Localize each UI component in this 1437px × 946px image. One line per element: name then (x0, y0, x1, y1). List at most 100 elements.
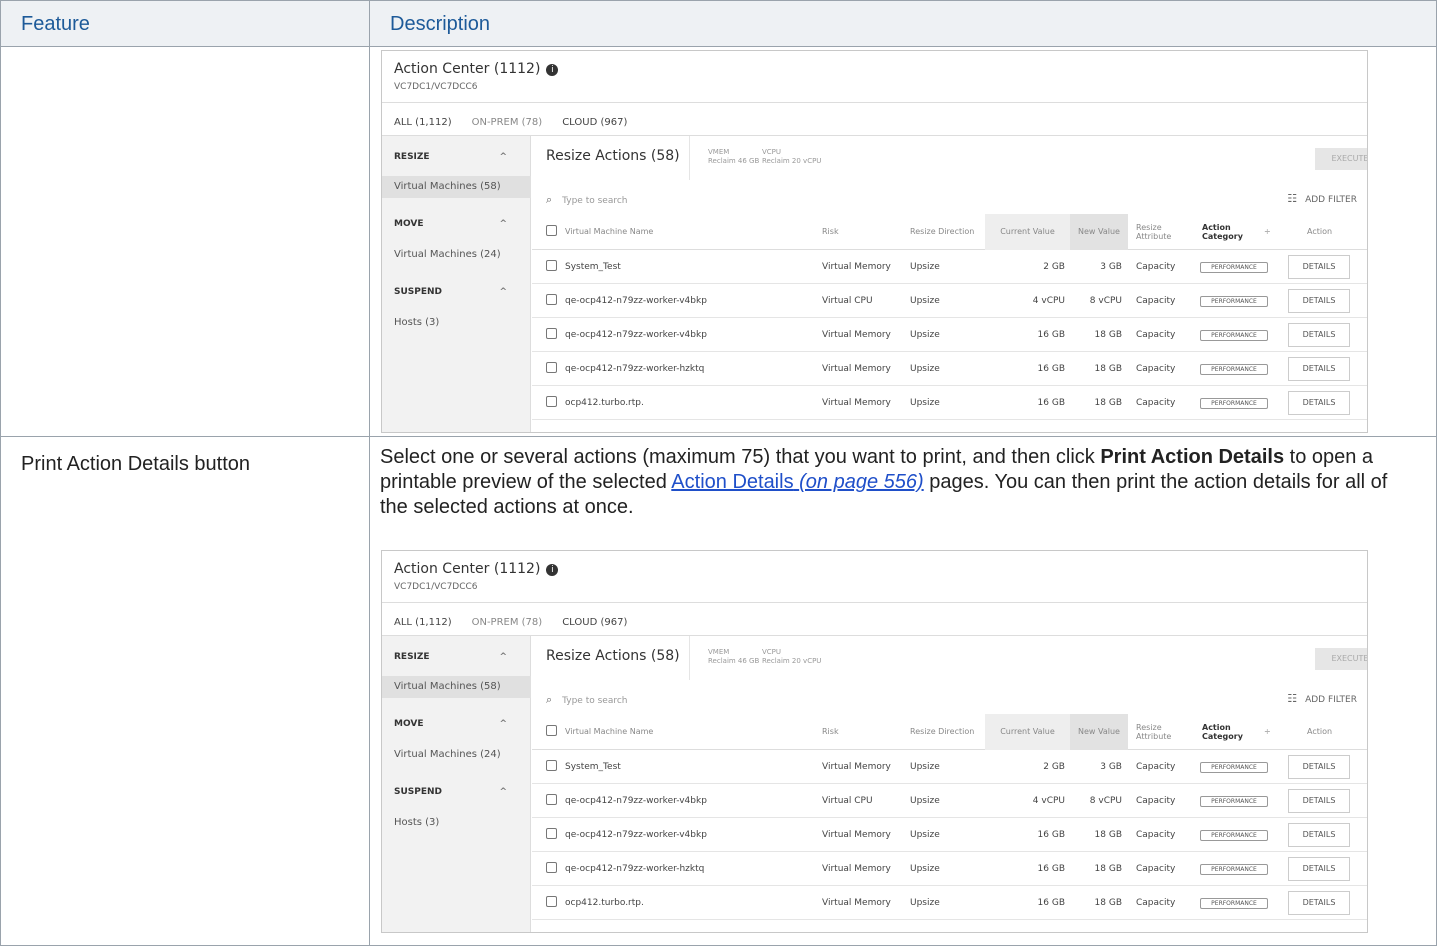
col-current[interactable]: Current Value (985, 214, 1070, 250)
details-button[interactable]: DETAILS (1288, 255, 1350, 279)
divider (689, 636, 690, 680)
vm-name: ocp412.turbo.rtp. (565, 898, 644, 908)
details-button[interactable]: DETAILS (1288, 391, 1350, 415)
info-icon[interactable]: i (546, 64, 559, 76)
table-row[interactable]: ocp412.turbo.rtp. Virtual Memory Upsize 16 … (532, 386, 1367, 420)
row-checkbox[interactable] (546, 328, 557, 339)
sidebar-item-suspend-hosts[interactable]: Hosts (3) (382, 812, 531, 834)
execute-actions-button[interactable]: EXECUTE ACTIONS (1315, 648, 1367, 670)
row-current: 2 GB (1043, 262, 1065, 272)
table-row[interactable]: ocp412.turbo.rtp. Virtual Memory Upsize 16 … (532, 886, 1367, 920)
stat-label: VMEM (708, 148, 730, 156)
sidebar-item-move-vms[interactable]: Virtual Machines (24) (382, 244, 531, 266)
sort-icon[interactable]: ÷ (1264, 214, 1271, 250)
table-row[interactable]: qe-ocp412-n79zz-worker-v4bkp Virtual Memo… (532, 318, 1367, 352)
row-checkbox[interactable] (546, 294, 557, 305)
tab-on-prem[interactable]: ON-PREM (78) (472, 117, 543, 128)
row-new: 18 GB (1094, 364, 1122, 374)
table-row[interactable]: qe-ocp412-n79zz-worker-v4bkp Virtual CPU U… (532, 284, 1367, 318)
details-button[interactable]: DETAILS (1288, 289, 1350, 313)
row-checkbox[interactable] (546, 896, 557, 907)
sidebar-item-move-vms[interactable]: Virtual Machines (24) (382, 744, 531, 766)
table-row[interactable]: System_Test Virtual Memory Upsize 2 GB 3 GB C… (532, 750, 1367, 784)
row-name-cell: qe-ocp412-n79zz-worker-v4bkp (546, 818, 707, 852)
tab-cloud[interactable]: CLOUD (967) (562, 117, 627, 128)
stat-vmem: VMEM Reclaim 46 GB (708, 148, 759, 166)
row-checkbox[interactable] (546, 862, 557, 873)
tab-cloud[interactable]: CLOUD (967) (562, 617, 627, 628)
row-attribute: Capacity (1136, 364, 1176, 374)
tab-all[interactable]: ALL (1,112) (394, 617, 452, 628)
info-icon[interactable]: i (546, 564, 559, 576)
col-risk[interactable]: Risk (822, 214, 839, 250)
col-risk[interactable]: Risk (822, 714, 839, 750)
sidebar-item-resize-vms[interactable]: Virtual Machines (58) (382, 176, 531, 198)
desc-part1: Select one or several actions (maximum 7… (380, 446, 1101, 468)
row-checkbox[interactable] (546, 396, 557, 407)
details-button[interactable]: DETAILS (1288, 323, 1350, 347)
col-direction[interactable]: Resize Direction (910, 714, 974, 750)
sort-icon[interactable]: ÷ (1264, 714, 1271, 750)
col-name[interactable]: Virtual Machine Name (546, 714, 653, 750)
details-button[interactable]: DETAILS (1288, 823, 1350, 847)
sidebar-head-suspend[interactable]: SUSPEND ^ (382, 781, 531, 803)
col-direction[interactable]: Resize Direction (910, 214, 974, 250)
details-button[interactable]: DETAILS (1288, 755, 1350, 779)
sidebar-item-suspend-hosts[interactable]: Hosts (3) (382, 312, 531, 334)
col-label: Virtual Machine Name (565, 727, 654, 736)
table-row[interactable]: qe-ocp412-n79zz-worker-v4bkp Virtual CPU U… (532, 784, 1367, 818)
col-new[interactable]: New Value (1070, 214, 1128, 250)
tab-on-prem[interactable]: ON-PREM (78) (472, 617, 543, 628)
details-button[interactable]: DETAILS (1288, 857, 1350, 881)
details-button[interactable]: DETAILS (1288, 891, 1350, 915)
col-new[interactable]: New Value (1070, 714, 1128, 750)
search-icon: ⌕ (546, 693, 553, 706)
row-attribute: Capacity (1136, 762, 1176, 772)
link-text: Action Details (671, 471, 794, 493)
row-new: 18 GB (1094, 830, 1122, 840)
row-attribute: Capacity (1136, 898, 1176, 908)
row-checkbox[interactable] (546, 794, 557, 805)
add-filter-button[interactable]: ☷ ADD FILTER (1287, 692, 1357, 705)
sidebar-head-move[interactable]: MOVE ^ (382, 713, 531, 735)
search-field[interactable]: ⌕ Type to search (546, 693, 628, 707)
col-category[interactable]: Action Category (1202, 214, 1243, 250)
divider (382, 102, 1367, 103)
col-name[interactable]: Virtual Machine Name (546, 214, 653, 250)
row-attribute: Capacity (1136, 398, 1176, 408)
sidebar-head-suspend[interactable]: SUSPEND ^ (382, 281, 531, 303)
stat-label: VMEM (708, 648, 730, 656)
table-row[interactable]: qe-ocp412-n79zz-worker-hzktq Virtual Memo… (532, 352, 1367, 386)
row-direction: Upsize (910, 364, 940, 374)
col-current[interactable]: Current Value (985, 714, 1070, 750)
row-direction: Upsize (910, 296, 940, 306)
details-button[interactable]: DETAILS (1288, 789, 1350, 813)
row-checkbox[interactable] (546, 760, 557, 771)
row-checkbox[interactable] (546, 362, 557, 373)
search-field[interactable]: ⌕ Type to search (546, 193, 628, 207)
col-attribute[interactable]: Resize Attribute (1136, 714, 1171, 750)
row-checkbox[interactable] (546, 828, 557, 839)
sidebar-item-resize-vms[interactable]: Virtual Machines (58) (382, 676, 531, 698)
row-current: 4 vCPU (1032, 796, 1065, 806)
row-checkbox[interactable] (546, 260, 557, 271)
table-row[interactable]: System_Test Virtual Memory Upsize 2 GB 3 GB C… (532, 250, 1367, 284)
sidebar-head-resize[interactable]: RESIZE ^ (382, 146, 531, 168)
select-all-checkbox[interactable] (546, 725, 557, 736)
col-attribute[interactable]: Resize Attribute (1136, 214, 1171, 250)
sidebar-head-resize[interactable]: RESIZE ^ (382, 646, 531, 668)
stat-vmem: VMEM Reclaim 46 GB (708, 648, 759, 666)
stat-value: Reclaim 20 vCPU (762, 157, 822, 165)
table-row[interactable]: qe-ocp412-n79zz-worker-hzktq Virtual Memo… (532, 852, 1367, 886)
execute-actions-button[interactable]: EXECUTE ACTIONS (1315, 148, 1367, 170)
action-details-link[interactable]: Action Details (on page 556) (671, 471, 923, 493)
add-filter-button[interactable]: ☷ ADD FILTER (1287, 192, 1357, 205)
screenshot-download: Action Center (1112) i VC7DC1/VC7DCC6 ALL… (381, 50, 1368, 433)
col-category[interactable]: Action Category (1202, 714, 1243, 750)
details-button[interactable]: DETAILS (1288, 357, 1350, 381)
table-row[interactable]: qe-ocp412-n79zz-worker-v4bkp Virtual Memo… (532, 818, 1367, 852)
select-all-checkbox[interactable] (546, 225, 557, 236)
row-name-cell: System_Test (546, 750, 621, 784)
tab-all[interactable]: ALL (1,112) (394, 117, 452, 128)
sidebar-head-move[interactable]: MOVE ^ (382, 213, 531, 235)
